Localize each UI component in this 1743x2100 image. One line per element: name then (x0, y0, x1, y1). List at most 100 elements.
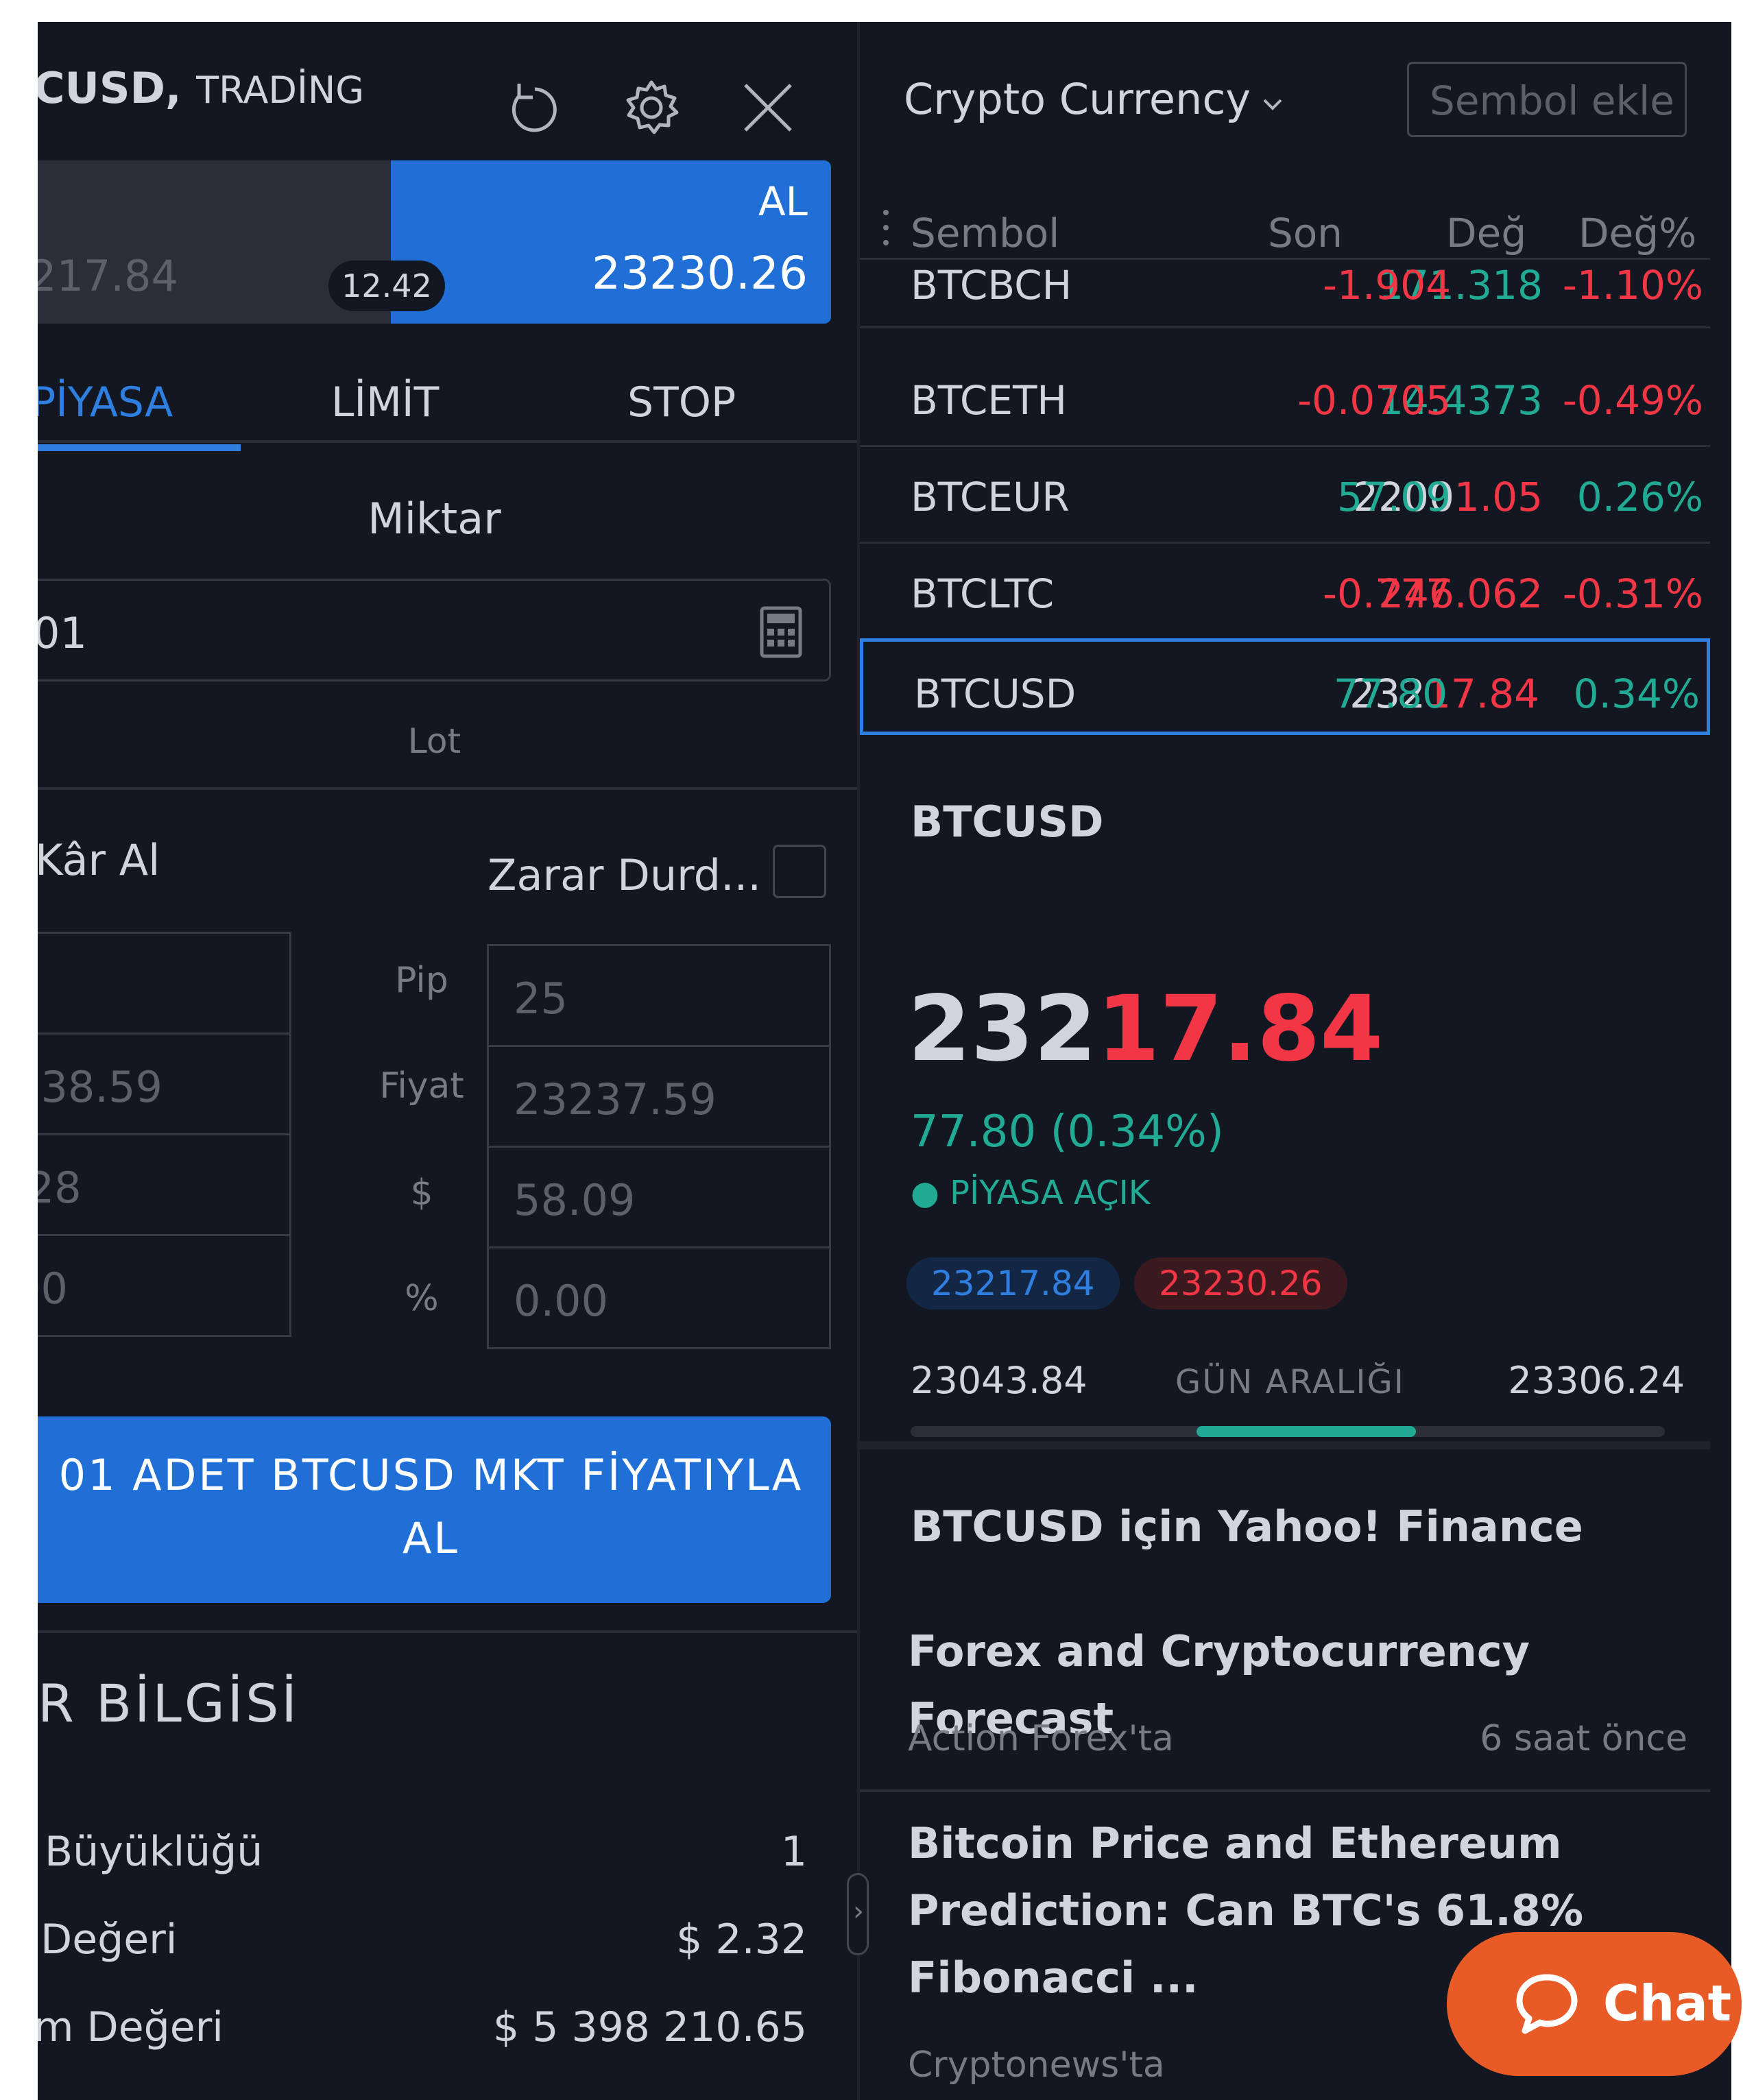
column-symbol[interactable]: Sembol (911, 210, 1059, 256)
take-profit-pip-field[interactable] (38, 932, 291, 1035)
info-value: $ 5 398 210.65 (492, 2003, 807, 2051)
news-item-time: 6 saat önce (1480, 1718, 1687, 1759)
drag-handle-icon[interactable] (882, 207, 890, 248)
take-profit-percent: 00 (38, 1264, 68, 1314)
spread-badge: 12.42 (328, 261, 445, 311)
stop-loss-amount-field[interactable]: 58.09 (487, 1146, 831, 1248)
pip-label: Pip (395, 960, 448, 1001)
section-divider (860, 1441, 1710, 1449)
info-key: Büyüklüğü (45, 1828, 263, 1876)
news-header[interactable]: BTCUSD için Yahoo! Finance (911, 1501, 1583, 1552)
watchlist-change-pct: -0.49% (1562, 377, 1703, 424)
news-item-source: Cryptonews'ta (908, 2044, 1165, 2086)
info-key: Değeri (40, 1916, 178, 1964)
column-change[interactable]: Değ (1446, 210, 1526, 256)
take-profit-fields: 238.59 .28 00 (38, 932, 291, 1337)
watchlist-change: 57.09 (1336, 474, 1451, 520)
chat-bubble-icon (1516, 1974, 1578, 2034)
quantity-value: 01 (38, 608, 87, 658)
add-symbol-input[interactable]: Sembol ekle (1407, 62, 1687, 137)
info-value: 1 (780, 1828, 807, 1876)
stop-loss-checkbox[interactable] (773, 845, 826, 898)
stop-loss-pip-field[interactable]: 25 (487, 944, 831, 1047)
stop-loss-price-field[interactable]: 23237.59 (487, 1045, 831, 1148)
info-key: m Değeri (38, 2003, 224, 2051)
take-profit-price: 238.59 (38, 1062, 163, 1112)
watchlist-header: Sembol Son Değ Değ% (860, 195, 1710, 260)
watchlist-title[interactable]: Crypto Currency (904, 74, 1251, 124)
column-change-pct[interactable]: Değ% (1578, 210, 1696, 256)
info-value: $ 2.32 (676, 1916, 807, 1964)
news-item-source: Action Forex'ta (908, 1718, 1174, 1759)
detail-price-major: 232 (908, 976, 1097, 1082)
stop-loss-amount: 58.09 (514, 1175, 636, 1225)
divider (38, 1630, 857, 1633)
day-range-indicator (1197, 1426, 1416, 1437)
close-icon[interactable] (737, 77, 799, 138)
buy-button[interactable]: AL 23230.26 (391, 160, 831, 324)
take-profit-amount-field[interactable]: .28 (38, 1133, 291, 1236)
ask-price-badge: 23230.26 (1134, 1257, 1347, 1310)
order-panel: CUSD, TRADİNG 217.84 AL 23230.26 12.42 P… (38, 22, 857, 2100)
watchlist-change-pct: -0.31% (1562, 570, 1703, 617)
gear-icon[interactable] (621, 77, 682, 138)
order-type-tabs: PİYASA LİMİT STOP (38, 358, 857, 443)
detail-price: 23217.84 (908, 976, 1383, 1082)
tab-stop[interactable]: STOP (627, 378, 736, 426)
watchlist-change: 77.80 (1333, 671, 1447, 717)
price-label: Fiyat (379, 1065, 464, 1107)
chevron-right-icon: › (853, 1896, 864, 1927)
day-range-low: 23043.84 (911, 1359, 1087, 1402)
tab-market[interactable]: PİYASA (38, 378, 173, 426)
chevron-down-icon[interactable] (1259, 90, 1286, 118)
percent-label: % (405, 1278, 439, 1319)
watchlist-row[interactable]: BTCETH 14.4373 -0.0705 -0.49% (860, 348, 1710, 447)
submit-order-line2: AL (402, 1513, 459, 1563)
watchlist-row[interactable]: BTCLTC 246.062 -0.777 -0.31% (860, 542, 1710, 640)
watchlist-change: -0.0705 (1297, 377, 1451, 424)
panel-collapse-handle[interactable]: › (847, 1873, 869, 1955)
add-symbol-placeholder: Sembol ekle (1430, 77, 1674, 124)
take-profit-amount: .28 (38, 1163, 82, 1213)
undo-icon[interactable] (504, 77, 566, 138)
watchlist-panel: Crypto Currency Sembol ekle Sembol Son D… (857, 22, 1731, 2100)
day-range-high: 23306.24 (1508, 1359, 1685, 1402)
watchlist-change-pct: 0.26% (1576, 474, 1703, 520)
quantity-input[interactable]: 01 (38, 579, 831, 681)
quantity-unit: Lot (407, 721, 461, 761)
order-mode: TRADİNG (196, 69, 365, 112)
calculator-icon[interactable] (759, 605, 803, 659)
watchlist-symbol: BTCETH (911, 377, 1068, 424)
watchlist-row[interactable]: BTCEUR 22001.05 57.09 0.26% (860, 445, 1710, 544)
news-divider (860, 1789, 1710, 1792)
watchlist-change: -0.777 (1323, 570, 1451, 617)
submit-order-button[interactable]: 01 ADET BTCUSD MKT FİYATIYLA AL (38, 1416, 831, 1603)
detail-symbol: BTCUSD (911, 797, 1104, 847)
stop-loss-pip: 25 (514, 974, 568, 1024)
chat-label: Chat (1603, 1975, 1732, 2032)
last-price-minor: 1.05 (1454, 474, 1543, 520)
buy-sell-panel: 217.84 AL 23230.26 12.42 (38, 160, 831, 324)
chat-button[interactable]: Chat (1447, 1932, 1742, 2076)
order-info-title: R BİLGİSİ (38, 1673, 300, 1734)
watchlist-change-pct: 0.34% (1573, 671, 1700, 717)
order-symbol: CUSD, (38, 63, 182, 113)
dollar-label: $ (410, 1172, 433, 1214)
tab-limit[interactable]: LİMİT (331, 378, 439, 426)
watchlist-row[interactable]: BTCBCH 171.318 -1.904 -1.10% (860, 258, 1710, 328)
take-profit-price-field[interactable]: 238.59 (38, 1033, 291, 1135)
detail-change: 77.80 (0.34%) (911, 1107, 1224, 1157)
bid-price-badge: 23217.84 (906, 1257, 1120, 1310)
watchlist-symbol: BTCLTC (911, 570, 1055, 617)
take-profit-percent-field[interactable]: 00 (38, 1234, 291, 1337)
sell-price: 217.84 (38, 251, 178, 301)
stop-loss-percent-field[interactable]: 0.00 (487, 1246, 831, 1349)
watchlist-symbol: BTCEUR (911, 474, 1070, 520)
day-range-label: GÜN ARALIĞI (1175, 1363, 1405, 1401)
watchlist-row-selected[interactable]: BTCUSD 23217.84 77.80 0.34% (860, 638, 1710, 735)
buy-label: AL (758, 178, 808, 225)
column-last[interactable]: Son (1268, 210, 1343, 256)
watchlist-symbol: BTCUSD (914, 671, 1077, 717)
market-status: ● PİYASA AÇIK (911, 1174, 1151, 1212)
submit-order-line1: 01 ADET BTCUSD MKT FİYATIYLA (58, 1450, 804, 1500)
